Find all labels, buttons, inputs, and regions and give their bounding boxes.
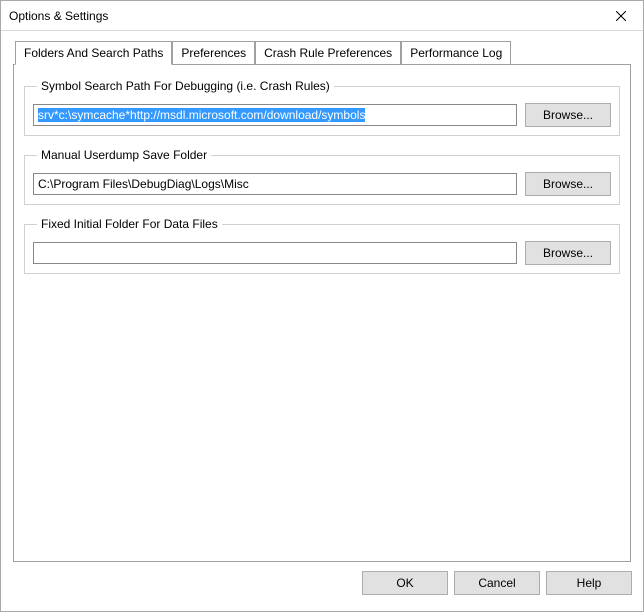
cancel-button[interactable]: Cancel (454, 571, 540, 595)
tab-preferences[interactable]: Preferences (172, 41, 255, 64)
help-button[interactable]: Help (546, 571, 632, 595)
tab-bar: Folders And Search Paths Preferences Cra… (15, 41, 631, 64)
window-title: Options & Settings (9, 9, 598, 23)
tab-label: Preferences (181, 46, 246, 60)
group-userdump-folder: Manual Userdump Save Folder C:\Program F… (24, 148, 620, 205)
ok-button[interactable]: OK (362, 571, 448, 595)
row: C:\Program Files\DebugDiag\Logs\Misc Bro… (33, 172, 611, 196)
close-button[interactable] (598, 1, 643, 30)
group-legend: Symbol Search Path For Debugging (i.e. C… (37, 79, 334, 93)
input-text: C:\Program Files\DebugDiag\Logs\Misc (38, 177, 249, 191)
data-files-folder-input[interactable] (33, 242, 517, 264)
tab-performance-log[interactable]: Performance Log (401, 41, 511, 64)
close-icon (616, 11, 626, 21)
browse-symbol-button[interactable]: Browse... (525, 103, 611, 127)
group-symbol-search-path: Symbol Search Path For Debugging (i.e. C… (24, 79, 620, 136)
tab-label: Performance Log (410, 46, 502, 60)
userdump-folder-input[interactable]: C:\Program Files\DebugDiag\Logs\Misc (33, 173, 517, 195)
row: Browse... (33, 241, 611, 265)
tab-crash-rule-preferences[interactable]: Crash Rule Preferences (255, 41, 401, 64)
symbol-path-input[interactable]: srv*c:\symcache*http://msdl.microsoft.co… (33, 104, 517, 126)
tab-panel-folders: Symbol Search Path For Debugging (i.e. C… (13, 64, 631, 562)
row: srv*c:\symcache*http://msdl.microsoft.co… (33, 103, 611, 127)
group-data-files-folder: Fixed Initial Folder For Data Files Brow… (24, 217, 620, 274)
group-legend: Manual Userdump Save Folder (37, 148, 211, 162)
tab-label: Folders And Search Paths (24, 46, 163, 60)
dialog-content: Folders And Search Paths Preferences Cra… (1, 31, 643, 569)
browse-datafiles-button[interactable]: Browse... (525, 241, 611, 265)
group-legend: Fixed Initial Folder For Data Files (37, 217, 222, 231)
titlebar: Options & Settings (1, 1, 643, 31)
tab-folders-search-paths[interactable]: Folders And Search Paths (15, 41, 172, 65)
input-selected-text: srv*c:\symcache*http://msdl.microsoft.co… (38, 108, 365, 122)
browse-userdump-button[interactable]: Browse... (525, 172, 611, 196)
tab-label: Crash Rule Preferences (264, 46, 392, 60)
dialog-footer: OK Cancel Help (0, 562, 644, 604)
